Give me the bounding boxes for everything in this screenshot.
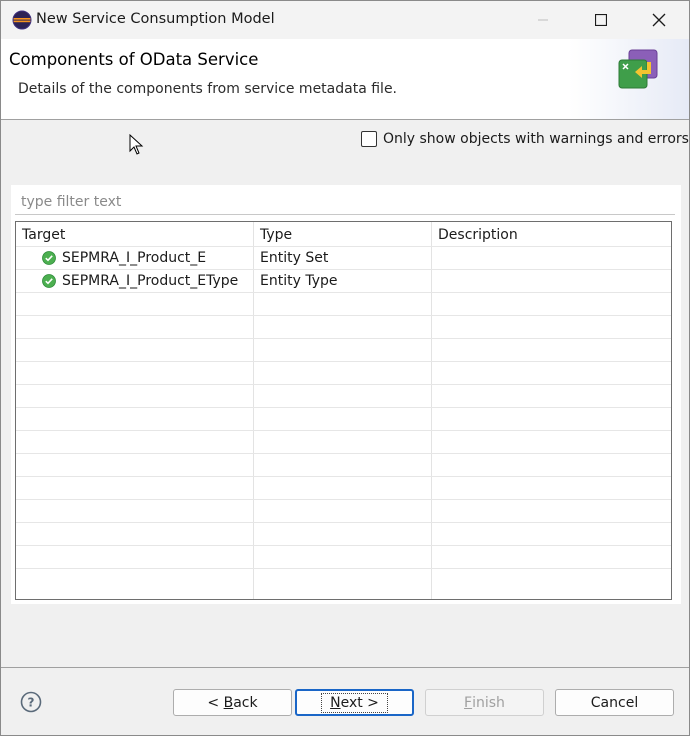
minimize-button[interactable] <box>514 1 572 39</box>
service-consumption-wizard-icon <box>618 49 658 89</box>
check-ok-icon <box>42 251 56 265</box>
mouse-cursor-icon <box>129 134 144 155</box>
empty-row <box>16 315 671 338</box>
table-body: SEPMRA_I_Product_E Entity Set SEPMRA_I_P… <box>16 246 671 591</box>
close-button[interactable] <box>630 1 688 39</box>
empty-row <box>16 338 671 361</box>
maximize-icon <box>595 14 607 26</box>
table-header: Target Type Description <box>16 222 671 246</box>
button-bar-separator <box>1 667 689 668</box>
empty-row <box>16 476 671 499</box>
empty-row <box>16 453 671 476</box>
empty-row <box>16 568 671 591</box>
wizard-header: Components of OData Service Details of t… <box>1 39 689 120</box>
column-header-description[interactable]: Description <box>432 222 671 246</box>
svg-text:?: ? <box>28 696 35 710</box>
row-type: Entity Type <box>260 273 338 289</box>
page-title: Components of OData Service <box>9 50 259 69</box>
components-table[interactable]: Target Type Description SEPMRA_I_Product… <box>15 221 672 600</box>
maximize-button[interactable] <box>572 1 630 39</box>
only-warnings-option[interactable]: Only show objects with warnings and erro… <box>361 131 689 147</box>
finish-mnemonic: F <box>464 694 473 711</box>
back-mnemonic: B <box>223 694 234 711</box>
empty-row <box>16 522 671 545</box>
eclipse-app-icon <box>12 10 32 30</box>
column-header-type[interactable]: Type <box>254 222 432 246</box>
finish-rest: inish <box>472 694 505 711</box>
title-bar[interactable]: New Service Consumption Model <box>1 1 689 39</box>
filter-input[interactable] <box>15 190 675 215</box>
row-target: SEPMRA_I_Product_E <box>62 250 207 266</box>
finish-button[interactable]: Finish <box>425 689 544 716</box>
only-warnings-label[interactable]: Only show objects with warnings and erro… <box>383 131 689 147</box>
window-title: New Service Consumption Model <box>36 11 275 27</box>
components-panel: Target Type Description SEPMRA_I_Product… <box>11 185 681 604</box>
minimize-icon <box>538 19 548 21</box>
help-icon[interactable]: ? <box>20 691 42 713</box>
dialog-window: New Service Consumption Model Components… <box>0 0 690 736</box>
page-description: Details of the components from service m… <box>18 81 398 97</box>
empty-row <box>16 430 671 453</box>
column-header-target[interactable]: Target <box>16 222 254 246</box>
row-type: Entity Set <box>260 250 329 266</box>
close-icon <box>652 13 666 27</box>
empty-row <box>16 545 671 568</box>
only-warnings-checkbox[interactable] <box>361 131 377 147</box>
empty-row <box>16 361 671 384</box>
cancel-button[interactable]: Cancel <box>555 689 674 716</box>
empty-row <box>16 292 671 315</box>
table-row[interactable]: SEPMRA_I_Product_EType Entity Type <box>16 269 671 292</box>
back-rest: ack <box>233 694 258 711</box>
empty-row <box>16 499 671 522</box>
check-ok-icon <box>42 274 56 288</box>
back-prefix: < <box>207 694 224 711</box>
row-target: SEPMRA_I_Product_EType <box>62 273 239 289</box>
empty-row <box>16 407 671 430</box>
next-rest: ext > <box>340 694 379 711</box>
next-button[interactable]: Next > <box>295 689 414 716</box>
next-focus-ring: Next > <box>321 692 388 713</box>
empty-row <box>16 384 671 407</box>
next-mnemonic: N <box>330 694 341 711</box>
table-row[interactable]: SEPMRA_I_Product_E Entity Set <box>16 246 671 269</box>
back-button[interactable]: < Back <box>173 689 292 716</box>
